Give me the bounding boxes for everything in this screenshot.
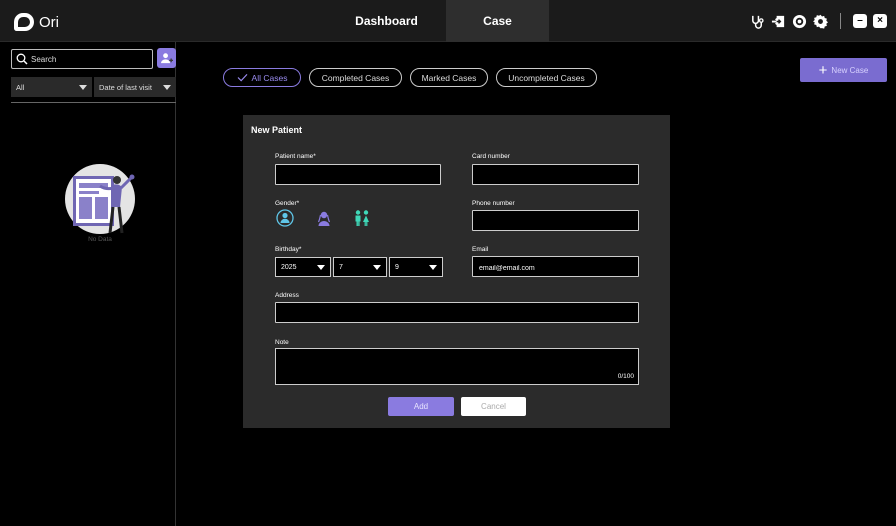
search-box[interactable] [11, 49, 153, 69]
gender-label: Gender* [275, 200, 300, 207]
card-number-field[interactable] [472, 164, 639, 186]
patient-name-input[interactable] [276, 167, 440, 186]
top-bar: Ori Dashboard Case – × [0, 0, 896, 42]
minimize-icon[interactable]: – [853, 14, 867, 28]
birthday-month-value: 7 [339, 263, 343, 271]
phone-number-field[interactable] [472, 210, 639, 232]
filter-completed-cases-label: Completed Cases [321, 72, 390, 83]
birthday-year-value: 2025 [281, 263, 297, 271]
birthday-year-select[interactable]: 2025 [275, 257, 331, 277]
logo-mark-icon [14, 13, 34, 31]
add-patient-button[interactable] [157, 48, 176, 68]
tab-case[interactable]: Case [446, 0, 549, 42]
check-icon [237, 73, 247, 82]
filter-all-cases[interactable]: All Cases [223, 68, 301, 87]
phone-number-input[interactable] [473, 213, 638, 232]
female-icon[interactable] [315, 209, 333, 227]
chevron-down-icon [429, 264, 437, 270]
close-icon[interactable]: × [873, 14, 887, 28]
birthday-month-select[interactable]: 7 [333, 257, 387, 277]
record-icon[interactable] [792, 14, 807, 29]
phone-number-label: Phone number [472, 200, 515, 207]
app-logo: Ori [14, 13, 59, 31]
sort-filter-select[interactable]: Date of last visit [94, 77, 176, 97]
dialog-title: New Patient [251, 125, 303, 135]
top-icon-group: – × [750, 13, 887, 29]
plus-icon: + [818, 61, 828, 79]
no-data-text: No Data [88, 236, 112, 243]
patient-name-label: Patient name* [275, 153, 316, 160]
app-name: Ori [39, 13, 59, 31]
search-icon [16, 53, 28, 65]
filter-marked-cases-label: Marked Cases [421, 72, 477, 83]
note-textarea[interactable]: 0/100 [275, 348, 639, 385]
email-label: Email [472, 246, 489, 253]
add-user-icon [160, 52, 173, 63]
filter-completed-cases[interactable]: Completed Cases [309, 68, 402, 87]
add-button[interactable]: Add [388, 397, 454, 416]
email-input[interactable] [473, 259, 638, 278]
new-case-label: New Case [831, 65, 869, 75]
divider [840, 13, 841, 29]
new-case-button[interactable]: + New Case [800, 58, 887, 82]
other-icon[interactable] [353, 209, 371, 227]
import-icon[interactable] [771, 14, 786, 29]
chevron-down-icon [79, 84, 87, 90]
email-field[interactable] [472, 256, 639, 278]
card-number-label: Card number [472, 153, 510, 160]
filter-marked-cases[interactable]: Marked Cases [410, 68, 488, 87]
sort-filter-value: Date of last visit [99, 82, 152, 92]
birthday-day-select[interactable]: 9 [389, 257, 443, 277]
address-input[interactable] [276, 305, 638, 324]
filter-all-cases-label: All Cases [251, 72, 288, 83]
address-label: Address [275, 292, 299, 299]
tab-dashboard[interactable]: Dashboard [327, 0, 446, 42]
stethoscope-icon[interactable] [750, 14, 765, 29]
type-filter-select[interactable]: All [11, 77, 92, 97]
chevron-down-icon [373, 264, 381, 270]
filter-uncompleted-cases-label: Uncompleted Cases [508, 72, 585, 83]
chevron-down-icon [317, 264, 325, 270]
card-number-input[interactable] [473, 167, 638, 186]
note-char-counter: 0/100 [617, 373, 634, 380]
male-icon[interactable] [276, 209, 294, 227]
search-input[interactable] [31, 54, 141, 64]
birthday-day-value: 9 [395, 263, 399, 271]
address-field[interactable] [275, 302, 639, 324]
new-patient-dialog: New Patient Patient name* Card number Ge… [243, 115, 670, 428]
sidebar-divider [11, 102, 176, 103]
filter-uncompleted-cases[interactable]: Uncompleted Cases [496, 68, 597, 87]
no-data-illustration [52, 155, 148, 239]
patient-sidebar: All Date of last visit No Data [8, 42, 176, 526]
settings-icon[interactable] [813, 14, 828, 29]
chevron-down-icon [163, 84, 171, 90]
patient-name-field[interactable] [275, 164, 441, 186]
birthday-label: Birthday* [275, 246, 302, 253]
type-filter-value: All [16, 82, 25, 92]
cancel-button[interactable]: Cancel [461, 397, 526, 416]
note-label: Note [275, 339, 289, 346]
